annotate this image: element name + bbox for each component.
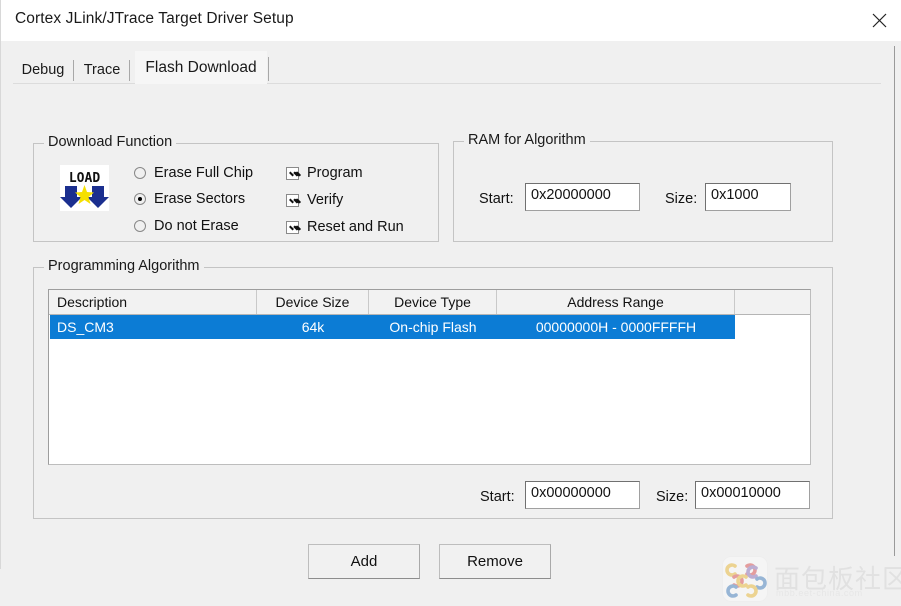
algorithm-list[interactable]: Description Device Size Device Type Addr… [48,289,811,465]
remove-button[interactable]: Remove [439,544,551,579]
radio-button-icon [134,167,146,179]
radio-do-not-erase[interactable]: Do not Erase [134,215,239,237]
window-title: Cortex JLink/JTrace Target Driver Setup [15,10,294,27]
cell-description: DS_CM3 [57,319,114,335]
watermark-url: mbb.eet-china.com [776,588,863,598]
radio-erase-sectors-label: Erase Sectors [154,191,246,207]
checkbox-checked-icon [286,166,299,180]
checkbox-reset-and-run[interactable]: Reset and Run [286,216,404,238]
ram-for-algorithm-title: RAM for Algorithm [464,132,590,148]
checkbox-checked-icon [286,193,299,207]
ram-start-input[interactable]: 0x20000000 [525,183,640,211]
watermark-logo-icon [722,556,768,602]
column-header-address-range[interactable]: Address Range [497,290,735,314]
programming-algorithm-title: Programming Algorithm [44,258,204,274]
column-header-device-size[interactable]: Device Size [257,290,369,314]
checkbox-checked-icon [286,220,299,234]
algorithm-start-label: Start: [480,489,515,505]
dialog-window: Cortex JLink/JTrace Target Driver Setup … [0,0,901,602]
svg-text:LOAD: LOAD [69,171,100,186]
column-header-description[interactable]: Description [49,290,257,314]
table-row[interactable]: DS_CM3 64k On-chip Flash 00000000H - 000… [50,315,735,339]
ram-size-label: Size: [665,191,698,207]
radio-erase-sectors[interactable]: Erase Sectors [134,188,245,210]
close-button[interactable] [856,0,901,40]
algorithm-start-input[interactable]: 0x00000000 [525,481,640,509]
radio-erase-full-chip-label: Erase Full Chip [154,165,254,181]
tab-trace[interactable]: Trace [75,57,130,83]
load-icon: LOAD [60,165,109,211]
cell-device-size: 64k [301,319,325,335]
cell-address-range: 00000000H - 0000FFFFH [535,319,697,335]
tab-trace-label: Trace [83,62,121,78]
checkbox-verify-label: Verify [307,192,344,208]
tab-separator [268,57,269,81]
checkbox-program-label: Program [307,165,363,181]
algorithm-size-input[interactable]: 0x00010000 [695,481,810,509]
tab-separator [129,60,130,81]
tab-debug-label: Debug [21,62,65,78]
tab-strip: Debug Trace Flash Download [13,51,881,84]
column-header-blank[interactable] [735,290,810,314]
checkbox-program[interactable]: Program [286,162,363,184]
cell-device-type: On-chip Flash [389,319,477,335]
radio-button-selected-icon [134,193,146,205]
radio-erase-full-chip[interactable]: Erase Full Chip [134,162,253,184]
title-bar: Cortex JLink/JTrace Target Driver Setup [1,0,901,42]
ram-start-label: Start: [479,191,514,207]
window-edge-line [894,46,895,556]
watermark: 面包板社区 mbb.eet-china.com [722,552,901,604]
download-function-title: Download Function [44,134,177,150]
client-area: Debug Trace Flash Download Download Func… [1,41,901,602]
tab-separator [73,60,74,81]
close-icon [872,13,886,27]
add-button[interactable]: Add [308,544,420,579]
table-header-row: Description Device Size Device Type Addr… [49,290,810,315]
algorithm-size-label: Size: [656,489,689,505]
checkbox-reset-and-run-label: Reset and Run [307,219,404,235]
checkbox-verify[interactable]: Verify [286,189,343,211]
ram-size-input[interactable]: 0x1000 [705,183,791,211]
column-header-device-type[interactable]: Device Type [369,290,497,314]
radio-do-not-erase-label: Do not Erase [154,218,239,234]
radio-button-icon [134,220,146,232]
tab-flash-download-label: Flash Download [145,58,257,76]
tab-flash-download[interactable]: Flash Download [135,51,269,84]
tab-debug[interactable]: Debug [13,57,74,83]
